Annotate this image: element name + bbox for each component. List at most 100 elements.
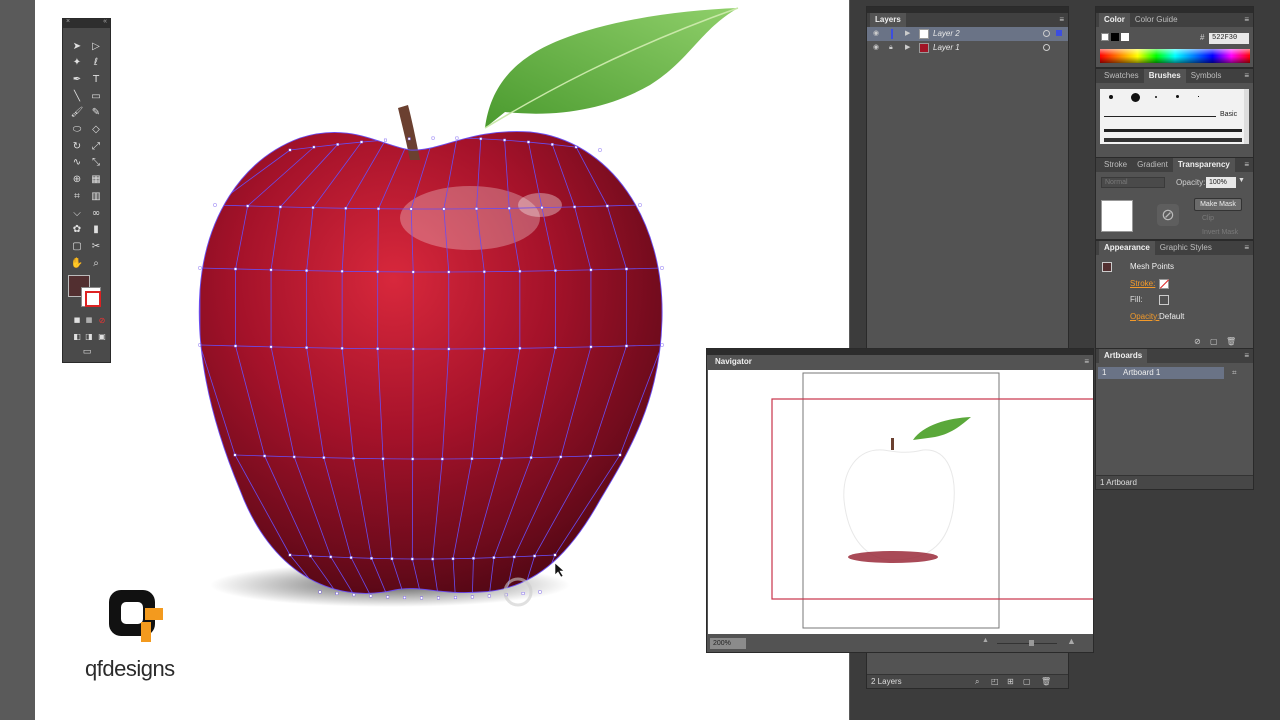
navigator-panel[interactable]: Navigator ≡ 200% ▲ ▲ [706, 348, 1095, 653]
invert-mask-checkbox[interactable]: Invert Mask [1202, 229, 1238, 236]
hex-color-input[interactable]: 522F30 [1209, 33, 1249, 44]
artboard-options-icon[interactable]: ⌗ [1232, 367, 1237, 379]
transparency-panel[interactable]: Stroke Gradient Transparency ≡ Normal Op… [1095, 157, 1254, 240]
appearance-stroke-row[interactable]: Stroke: [1096, 276, 1253, 292]
panel-menu-icon[interactable]: ≡ [1084, 355, 1089, 369]
tab-navigator[interactable]: Navigator [710, 355, 757, 369]
paintbrush-tool-icon[interactable]: 🖌︎ [69, 106, 85, 120]
zoom-out-icon[interactable]: ▲ [982, 637, 989, 644]
tab-swatches[interactable]: Swatches [1099, 69, 1144, 83]
target-circle-icon[interactable] [1043, 44, 1050, 51]
appearance-fill-row[interactable]: Fill: [1096, 292, 1253, 308]
panel-menu-icon[interactable]: ≡ [1244, 349, 1249, 363]
locate-object-icon[interactable]: ⌕ [975, 675, 979, 689]
free-transform-tool-icon[interactable]: ⤡ [88, 156, 104, 170]
color-panel[interactable]: Color Color Guide ≡ # 522F30 [1095, 6, 1254, 68]
close-icon[interactable]: × [66, 18, 70, 25]
column-graph-tool-icon[interactable]: ▮ [88, 223, 104, 237]
magic-wand-tool-icon[interactable]: ✦ [69, 56, 85, 70]
art-brush-stroke[interactable] [1104, 138, 1242, 142]
appearance-title-row[interactable]: Mesh Points [1096, 259, 1253, 275]
scale-tool-icon[interactable]: ⤢ [88, 139, 104, 153]
opacity-dropdown-icon[interactable]: ▼ [1238, 177, 1245, 184]
layer-name[interactable]: Layer 2 [933, 27, 960, 41]
blob-brush-tool-icon[interactable]: ⬭ [69, 123, 85, 137]
artboards-panel[interactable]: Artboards ≡ 1 Artboard 1 ⌗ 1 Artboard [1095, 348, 1254, 490]
panel-menu-icon[interactable]: ≡ [1244, 241, 1249, 255]
brush-dot-large[interactable] [1131, 93, 1140, 102]
none-swatch[interactable] [1101, 33, 1109, 41]
stroke-none-swatch[interactable] [1159, 279, 1170, 289]
visibility-eye-icon[interactable]: ◉ [873, 27, 879, 41]
tools-panel-header[interactable]: × « [63, 18, 110, 28]
warp-tool-icon[interactable]: ∿ [69, 156, 85, 170]
line-segment-tool-icon[interactable]: ╲ [69, 89, 85, 103]
make-mask-button[interactable]: Make Mask [1194, 198, 1242, 211]
hand-tool-icon[interactable]: ✋ [69, 256, 85, 270]
opacity-input[interactable]: 100% [1206, 177, 1236, 188]
tab-gradient[interactable]: Gradient [1132, 158, 1173, 172]
white-swatch[interactable] [1121, 33, 1129, 41]
zoom-tool-icon[interactable]: ⌕ [88, 256, 104, 270]
gradient-tool-icon[interactable]: ▥ [88, 189, 104, 203]
blend-tool-icon[interactable]: ∞ [88, 206, 104, 220]
pencil-tool-icon[interactable]: ✎ [88, 106, 104, 120]
brush-dot-hair[interactable] [1198, 96, 1199, 97]
new-sublayer-icon[interactable]: ⊞ [1007, 675, 1014, 689]
tab-graphic-styles[interactable]: Graphic Styles [1155, 241, 1217, 255]
tab-layers[interactable]: Layers [870, 13, 906, 27]
duplicate-item-icon[interactable]: ▢ [1210, 335, 1218, 349]
tab-color-guide[interactable]: Color Guide [1130, 13, 1183, 27]
brush-dot-tiny[interactable] [1155, 96, 1157, 98]
brush-dot-medium[interactable] [1176, 95, 1179, 98]
collapse-icon[interactable]: « [103, 18, 107, 25]
brush-library[interactable]: Basic [1100, 89, 1244, 144]
target-circle-icon[interactable] [1043, 30, 1050, 37]
zoom-in-icon[interactable]: ▲ [1067, 636, 1076, 646]
rotate-tool-icon[interactable]: ↻ [69, 139, 85, 153]
brush-dot-small[interactable] [1109, 95, 1113, 99]
tab-brushes[interactable]: Brushes [1143, 69, 1186, 83]
tab-symbols[interactable]: Symbols [1186, 69, 1227, 83]
clip-checkbox[interactable]: Clip [1202, 215, 1214, 222]
zoom-slider-thumb[interactable] [1029, 640, 1034, 646]
blend-mode-select[interactable]: Normal [1101, 177, 1165, 188]
calligraphic-brush-stroke[interactable] [1104, 129, 1242, 132]
clear-appearance-icon[interactable]: ⊘ [1194, 335, 1201, 349]
trash-icon[interactable]: 🗑︎ [1226, 335, 1236, 349]
type-tool-icon[interactable]: T [88, 72, 104, 86]
panel-menu-icon[interactable]: ≡ [1244, 158, 1249, 172]
eraser-tool-icon[interactable]: ◇ [88, 123, 104, 137]
lasso-tool-icon[interactable]: ℓ [88, 56, 104, 70]
artboard-tool-icon[interactable]: ▢ [69, 239, 85, 253]
selection-indicator[interactable] [1056, 30, 1062, 36]
black-swatch[interactable] [1111, 33, 1119, 41]
perspective-grid-tool-icon[interactable]: ▦ [88, 173, 104, 187]
new-layer-icon[interactable]: ▢ [1023, 675, 1031, 689]
fill-swatch[interactable] [1159, 295, 1169, 305]
shape-builder-tool-icon[interactable]: ⊕ [69, 173, 85, 187]
zoom-slider-track[interactable] [997, 643, 1057, 644]
symbol-sprayer-tool-icon[interactable]: ✿ [69, 223, 85, 237]
stroke-label[interactable]: Stroke: [1130, 276, 1155, 292]
tools-panel[interactable]: × « ➤ ▷ ✦ ℓ ✒ T ╲ ▭ 🖌︎ ✎ ⬭ ◇ ↻ ⤢ ∿ ⤡ ⊕ ▦ ⌗ ▥ ⌵ ∞ ✿ ▮ ▢ ✂ ✋ ⌕ ■ ▦ ⊘ … [62, 18, 111, 363]
expand-triangle-icon[interactable]: ▶ [905, 27, 910, 41]
basic-brush-stroke[interactable] [1104, 116, 1216, 117]
stroke-color-swatch[interactable] [81, 287, 101, 307]
appearance-opacity-row[interactable]: Opacity: Default [1096, 309, 1253, 325]
artboard-name[interactable]: Artboard 1 [1123, 367, 1160, 379]
rectangle-tool-icon[interactable]: ▭ [88, 89, 104, 103]
draw-inside-icon[interactable]: ▣ [94, 329, 110, 343]
layer-row-layer-1[interactable]: ◉ 🔒︎ ▶ Layer 1 [867, 41, 1068, 55]
panel-menu-icon[interactable]: ≡ [1244, 13, 1249, 27]
appearance-panel[interactable]: Appearance Graphic Styles ≡ Mesh Points … [1095, 240, 1254, 350]
make-clipping-mask-icon[interactable]: ◰ [991, 675, 999, 689]
layer-name[interactable]: Layer 1 [933, 41, 960, 55]
artboard-row[interactable]: 1 Artboard 1 ⌗ [1098, 367, 1237, 379]
pen-tool-icon[interactable]: ✒ [69, 72, 85, 86]
eyedropper-tool-icon[interactable]: ⌵ [69, 206, 85, 220]
tab-transparency[interactable]: Transparency [1172, 158, 1235, 172]
tab-appearance[interactable]: Appearance [1099, 241, 1155, 255]
selection-tool-icon[interactable]: ➤ [69, 39, 85, 53]
navigator-preview[interactable] [708, 370, 1095, 634]
